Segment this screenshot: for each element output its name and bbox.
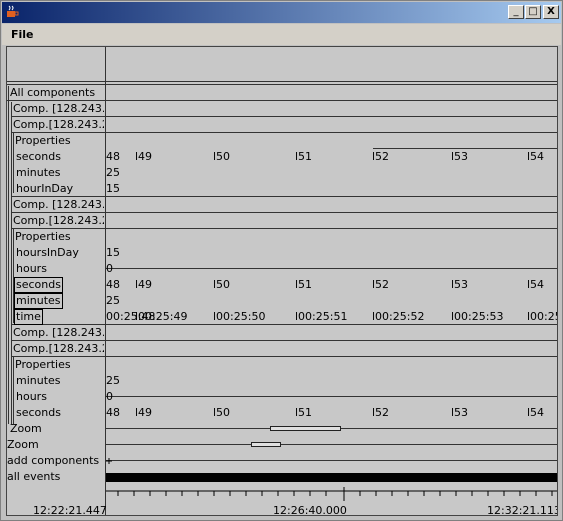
event-viewer-panel: All components Comp. [128.243.1 Comp.[12… (6, 46, 558, 516)
java-cup-icon (7, 5, 19, 17)
property-hoursinday-label[interactable]: hoursInDay (16, 246, 79, 260)
tree-bracket (11, 102, 12, 424)
time-tick: l00:25:51 (295, 310, 348, 323)
header-divider-2 (7, 84, 557, 85)
seconds-tick: l52 (372, 278, 390, 291)
seconds-tick: l50 (213, 150, 231, 163)
row-divider (106, 268, 557, 269)
seconds-tick: l53 (451, 278, 469, 291)
property-time-label-selected[interactable]: time (14, 309, 43, 325)
seconds-tick: l52 (372, 150, 390, 163)
seconds-tick: l54 (527, 406, 545, 419)
row-divider (12, 116, 557, 117)
time-tick: l00:25 (527, 310, 557, 323)
seconds-tick: l51 (295, 406, 313, 419)
row-divider (12, 196, 557, 197)
seconds-tick: l49 (135, 278, 153, 291)
property-seconds-label-selected[interactable]: seconds (14, 277, 63, 293)
row-divider (373, 148, 557, 149)
zoom-range-handle[interactable] (251, 442, 281, 447)
minimize-button[interactable]: _ (508, 5, 524, 19)
minutes-value: 25 (106, 166, 120, 179)
zoom-label: Zoom (7, 438, 39, 451)
title-bar: _ □ X (2, 2, 561, 23)
tree-bracket (13, 357, 14, 424)
component-label[interactable]: Comp.[128.243.2 (13, 214, 104, 228)
hoursinday-value: 15 (106, 246, 120, 259)
time-tick: l00:25:49 (135, 310, 188, 323)
all-events-bar (106, 473, 557, 482)
timeline-end-label: 12:32:21.113 (487, 504, 558, 516)
row-divider (106, 396, 557, 397)
properties-label: Properties (15, 134, 71, 147)
component-label[interactable]: Comp. [128.243.1 (13, 198, 104, 212)
header-divider (7, 81, 557, 82)
seconds-tick: l51 (295, 150, 313, 163)
seconds-tick: l50 (213, 406, 231, 419)
seconds-tick: l54 (527, 150, 545, 163)
row-divider (12, 228, 557, 229)
property-hours-label[interactable]: hours (16, 390, 47, 404)
seconds-tick: l50 (213, 278, 231, 291)
hourinday-value: 15 (106, 182, 120, 195)
property-seconds-label[interactable]: seconds (16, 150, 61, 164)
hours-value: 0 (106, 390, 113, 403)
add-marker-icon (106, 458, 112, 464)
add-components-label[interactable]: add components (7, 454, 99, 468)
time-tick: l00:25:50 (213, 310, 266, 323)
tree-bracket (13, 133, 14, 193)
seconds-tick: 48 (106, 278, 120, 291)
zoom-label: Zoom (10, 422, 42, 435)
timeline-middle-label: 12:26:40.000 (273, 504, 347, 516)
seconds-tick: l52 (372, 406, 390, 419)
property-minutes-label-selected[interactable]: minutes (14, 293, 63, 309)
component-label[interactable]: Comp.[128.243.2 (13, 342, 104, 356)
properties-label: Properties (15, 358, 71, 371)
seconds-tick: l53 (451, 406, 469, 419)
seconds-tick: l54 (527, 278, 545, 291)
menu-file[interactable]: File (11, 28, 34, 41)
row-divider (106, 460, 557, 461)
row-divider (106, 444, 557, 445)
application-window: _ □ X File All components Comp. [128.243… (0, 0, 563, 521)
maximize-button[interactable]: □ (525, 5, 541, 19)
row-divider (12, 132, 557, 133)
row-divider (12, 212, 557, 213)
component-label[interactable]: Comp. [128.243.1 (13, 326, 104, 340)
time-tick: l00:25:53 (451, 310, 504, 323)
close-button[interactable]: X (543, 5, 559, 19)
row-divider (7, 100, 557, 101)
property-hourinday-label[interactable]: hourInDay (16, 182, 73, 196)
properties-label: Properties (15, 230, 71, 243)
property-minutes-label[interactable]: minutes (16, 374, 61, 388)
property-hours-label[interactable]: hours (16, 262, 47, 276)
row-divider (12, 340, 557, 341)
all-components-label[interactable]: All components (10, 86, 104, 100)
seconds-tick: l49 (135, 150, 153, 163)
zoom-range-handle[interactable] (270, 426, 341, 431)
seconds-tick: 48 (106, 406, 120, 419)
component-label[interactable]: Comp. [128.243.1 (13, 102, 104, 116)
time-tick: l00:25:52 (372, 310, 425, 323)
hours-value: 0 (106, 262, 113, 275)
minutes-value: 25 (106, 374, 120, 387)
property-seconds-label[interactable]: seconds (16, 406, 61, 420)
seconds-tick: 48 (106, 150, 120, 163)
row-divider (12, 356, 557, 357)
timeline-start-label: 12:22:21.447 (33, 504, 107, 516)
minutes-value: 25 (106, 294, 120, 307)
property-minutes-label[interactable]: minutes (16, 166, 61, 180)
all-events-label: all events (7, 470, 61, 483)
seconds-tick: l53 (451, 150, 469, 163)
menu-bar: File (2, 24, 561, 45)
tree-bracket (8, 86, 9, 424)
component-label[interactable]: Comp.[128.243.2 (13, 118, 104, 132)
seconds-tick: l51 (295, 278, 313, 291)
seconds-tick: l49 (135, 406, 153, 419)
row-divider (12, 324, 557, 325)
